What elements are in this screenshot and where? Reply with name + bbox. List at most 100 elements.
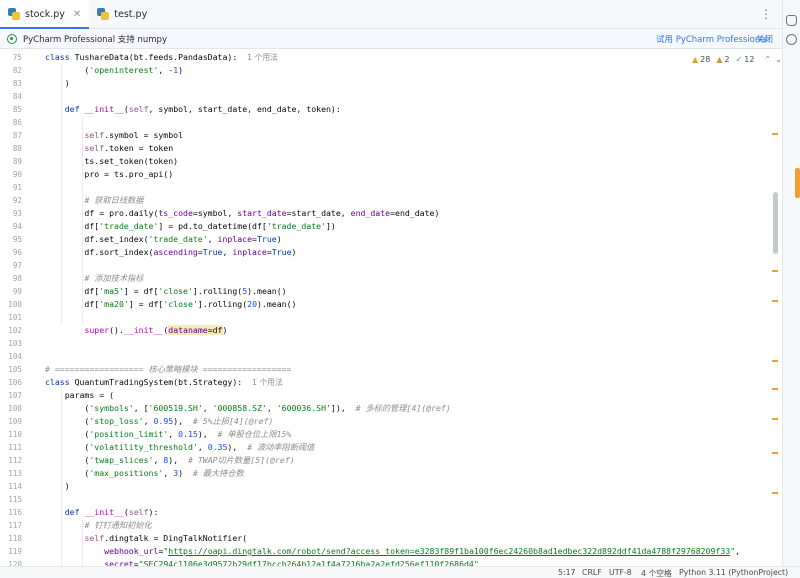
code-line[interactable]: class TushareData(bt.feeds.PandasData): … — [45, 51, 278, 64]
line-number: 98 — [12, 274, 22, 283]
python-file-icon — [97, 8, 110, 20]
notifications-icon[interactable] — [786, 15, 797, 26]
code-line[interactable]: params = ( — [45, 389, 114, 402]
line-number: 91 — [12, 183, 22, 192]
line-number: 109 — [8, 417, 22, 426]
try-professional-link[interactable]: 试用 PyCharm Professional — [656, 33, 768, 45]
code-line[interactable]: super().__init__(dataname=df) — [45, 324, 227, 337]
line-number: 94 — [12, 222, 22, 231]
indent-setting[interactable]: 4 个空格 — [641, 568, 672, 578]
code-line[interactable]: pro = ts.pro_api() — [45, 168, 173, 181]
code-line[interactable]: webhook_url="https://oapi.dingtalk.com/r… — [45, 545, 740, 558]
line-number: 87 — [12, 131, 22, 140]
tab-label: stock.py — [25, 8, 65, 20]
right-tool-strip — [782, 0, 800, 566]
code-line[interactable]: df.set_index('trade_date', inplace=True) — [45, 233, 281, 246]
tab-stock-py[interactable]: stock.py ✕ — [0, 0, 90, 29]
line-number: 92 — [12, 196, 22, 205]
code-line[interactable]: # 钉钉通知初始化 — [45, 519, 151, 532]
code-line[interactable]: ('openinterest', -1) — [45, 64, 183, 77]
more-options-icon[interactable]: ⋮ — [760, 7, 772, 21]
line-number: 117 — [8, 521, 22, 530]
line-number: 84 — [12, 92, 22, 101]
line-number: 100 — [8, 300, 22, 309]
code-line[interactable]: class QuantumTradingSystem(bt.Strategy):… — [45, 376, 283, 389]
line-number: 119 — [8, 547, 22, 556]
file-encoding[interactable]: UTF-8 — [609, 568, 632, 577]
line-number: 105 — [8, 365, 22, 374]
line-number: 93 — [12, 209, 22, 218]
scroll-marker — [772, 492, 778, 494]
line-number: 115 — [8, 495, 22, 504]
code-line[interactable]: df = pro.daily(ts_code=symbol, start_dat… — [45, 207, 439, 220]
code-line[interactable]: ts.set_token(token) — [45, 155, 178, 168]
line-number: 110 — [8, 430, 22, 439]
close-icon[interactable]: ✕ — [73, 9, 81, 20]
code-line[interactable]: # 获取日线数据 — [45, 194, 143, 207]
ai-assistant-icon[interactable] — [786, 34, 797, 45]
code-line[interactable]: ('symbols', ['600519.SH', '000858.SZ', '… — [45, 402, 450, 415]
code-line[interactable]: # 添加技术指标 — [45, 272, 143, 285]
scroll-marker — [772, 133, 778, 135]
line-number: 112 — [8, 456, 22, 465]
code-line[interactable]: df['ma5'] = df['close'].rolling(5).mean(… — [45, 285, 286, 298]
caret-position[interactable]: 5:17 — [558, 568, 576, 577]
code-line[interactable]: ('twap_slices', 8), # TWAP切片数量[5](@ref) — [45, 454, 294, 467]
line-number: 82 — [12, 66, 22, 75]
code-line[interactable]: ) — [45, 480, 70, 493]
scroll-marker — [772, 360, 778, 362]
scroll-marker — [772, 270, 778, 272]
line-number: 111 — [8, 443, 22, 452]
code-line[interactable]: df['ma20'] = df['close'].rolling(20).mea… — [45, 298, 296, 311]
line-number: 95 — [12, 235, 22, 244]
code-line[interactable]: self.token = token — [45, 142, 173, 155]
vertical-scrollbar[interactable] — [773, 192, 778, 254]
scroll-marker — [772, 388, 778, 390]
python-interpreter[interactable]: Python 3.11 (PythonProject) — [679, 568, 788, 577]
code-line[interactable]: secret="SEC294c1106e3d9572b29df17bccb264… — [45, 558, 479, 566]
python-file-icon — [8, 8, 20, 20]
line-number: 85 — [12, 105, 22, 114]
side-marker — [795, 168, 800, 198]
code-line[interactable]: self.dingtalk = DingTalkNotifier( — [45, 532, 247, 545]
notification-text: PyCharm Professional 支持 numpy — [23, 34, 167, 45]
code-line[interactable]: ('stop_loss', 0.95), # 5%止损[4](@ref) — [45, 415, 273, 428]
scroll-marker — [772, 300, 778, 302]
chevron-down-icon[interactable]: ⌄ — [775, 55, 782, 64]
line-number: 114 — [8, 482, 22, 491]
code-line[interactable]: self.symbol = symbol — [45, 129, 183, 142]
line-number: 88 — [12, 144, 22, 153]
code-line[interactable]: ('position_limit', 0.15), # 单股仓位上限15% — [45, 428, 291, 441]
tab-test-py[interactable]: test.py — [89, 0, 155, 28]
tab-label: test.py — [114, 8, 148, 20]
close-notification-link[interactable]: 关闭 — [756, 33, 773, 45]
line-number: 106 — [8, 378, 22, 387]
code-line[interactable]: df['trade_date'] = pd.to_datetime(df['tr… — [45, 220, 335, 233]
code-line[interactable]: def __init__(self, symbol, start_date, e… — [45, 103, 341, 116]
line-number: 89 — [12, 157, 22, 166]
line-number: 83 — [12, 79, 22, 88]
code-line[interactable]: ('volatility_threshold', 0.35), # 波动率阻断阈… — [45, 441, 314, 454]
line-number: 90 — [12, 170, 22, 179]
line-number: 104 — [8, 352, 22, 361]
line-number-gutter: 75 82 83 84 85 86 87 88 89 90 91 92 93 94 95 96 97 98 99 10… — [0, 51, 40, 578]
line-number: 108 — [8, 404, 22, 413]
code-line[interactable]: ) — [45, 77, 70, 90]
scroll-marker — [772, 418, 778, 420]
line-number: 118 — [8, 534, 22, 543]
code-line[interactable]: def __init__(self): — [45, 506, 159, 519]
line-number: 107 — [8, 391, 22, 400]
plugin-notification-bar: PyCharm Professional 支持 numpy 试用 PyCharm… — [0, 29, 782, 49]
code-line[interactable]: # ================== 核心策略模块 ============… — [45, 363, 291, 376]
code-line[interactable]: ('max_positions', 3) # 最大持仓数 — [45, 467, 243, 480]
line-number: 99 — [12, 287, 22, 296]
code-line[interactable]: df.sort_index(ascending=True, inplace=Tr… — [45, 246, 296, 259]
scroll-marker — [772, 452, 778, 454]
code-editor[interactable]: class TushareData(bt.feeds.PandasData): … — [45, 51, 775, 566]
line-number: 97 — [12, 261, 22, 270]
line-number: 96 — [12, 248, 22, 257]
line-number: 75 — [12, 53, 22, 62]
line-number: 116 — [8, 508, 22, 517]
line-separator[interactable]: CRLF — [582, 568, 602, 577]
pycharm-icon — [7, 33, 17, 44]
